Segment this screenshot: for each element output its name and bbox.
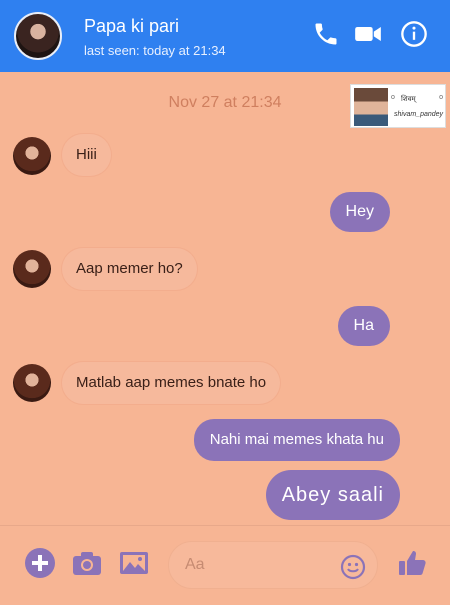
sender-avatar[interactable] [13,137,51,175]
incoming-message[interactable]: Aap memer ho? [62,248,197,290]
contact-name[interactable]: Papa ki pari [84,16,179,37]
watermark-name: शिवम् [401,96,416,103]
incoming-message[interactable]: Hiii [62,134,111,176]
like-icon[interactable] [396,547,428,579]
phone-icon[interactable] [312,20,340,48]
outgoing-message[interactable]: Nahi mai memes khata hu [193,419,400,461]
last-seen-status: last seen: today at 21:34 [84,43,226,58]
incoming-message[interactable]: Matlab aap memes bnate ho [62,362,281,404]
chat-header: Papa ki pari last seen: today at 21:34 [0,0,450,72]
emoji-icon[interactable] [340,554,366,580]
camera-icon[interactable] [71,547,103,579]
watermark-handle: shivam_pandey [394,111,444,118]
video-icon[interactable] [354,20,382,48]
gallery-icon[interactable] [118,547,150,579]
watermark-dots: oo [391,94,443,101]
watermark: oo शिवम् shivam_pandey [350,84,446,128]
outgoing-message[interactable]: Ha [337,306,390,346]
message-placeholder: Aa [185,556,205,573]
contact-avatar[interactable] [14,12,62,60]
outgoing-message[interactable]: Abey saali [265,470,400,520]
sender-avatar[interactable] [13,364,51,402]
info-icon[interactable] [400,20,428,48]
watermark-photo [354,88,388,126]
outgoing-message[interactable]: Hey [329,192,390,232]
plus-icon[interactable] [24,547,56,579]
sender-avatar[interactable] [13,250,51,288]
